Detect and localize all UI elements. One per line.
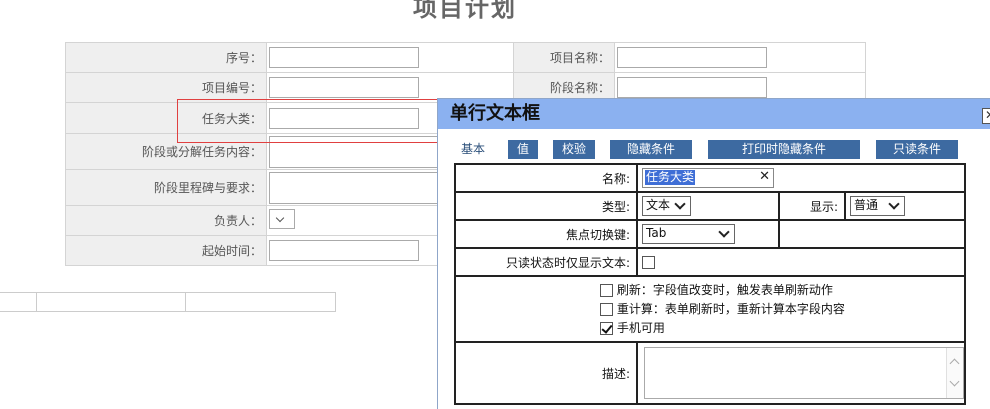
start-time-input[interactable] [269, 240, 419, 261]
form-label-project-name: 项目名称： [513, 42, 615, 73]
form-label-project-no: 项目编号： [65, 72, 267, 103]
serial-input[interactable] [269, 47, 419, 68]
name-value: 任务大类 [645, 170, 696, 185]
description-textarea[interactable] [644, 347, 964, 399]
description-label: 描述: [454, 341, 638, 405]
project-no-input[interactable] [269, 77, 419, 98]
focus-key-select[interactable]: Tab [642, 224, 735, 244]
focus-key-value: Tab [646, 226, 667, 240]
display-value: 普通 [854, 198, 879, 212]
grid-cell [185, 292, 336, 312]
display-label: 显示: [778, 191, 846, 221]
chevron-down-icon [674, 198, 686, 210]
refresh-option: 刷新：字段值改变时，触发表单刷新动作 [600, 281, 964, 300]
scrollbar[interactable] [946, 348, 963, 398]
stage-name-input[interactable] [617, 77, 767, 98]
scroll-down-icon[interactable] [949, 376, 960, 387]
close-icon[interactable]: ✕ [982, 108, 990, 124]
tab-validation[interactable]: 校验 [553, 140, 595, 159]
focus-key-label: 焦点切换键: [454, 219, 638, 249]
tab-readonly-condition[interactable]: 只读条件 [876, 140, 958, 159]
tab-hide-condition[interactable]: 隐藏条件 [610, 140, 692, 159]
grid-cell [36, 292, 186, 312]
dialog-title-bar: 单行文本框 ✕ [438, 99, 990, 129]
form-label-milestone: 阶段里程碑与要求： [65, 169, 267, 206]
owner-select[interactable] [269, 209, 295, 229]
dialog-title: 单行文本框 [450, 103, 540, 124]
grid-cell [0, 292, 36, 312]
readonly-text-label: 只读状态时仅显示文本: [454, 247, 638, 277]
mobile-label: 手机可用 [616, 320, 665, 335]
readonly-text-checkbox[interactable] [642, 256, 655, 269]
form-label-start-time: 起始时间： [65, 235, 267, 266]
type-value: 文本 [646, 198, 671, 212]
form-label-owner: 负责人： [65, 205, 267, 236]
project-name-input[interactable] [617, 47, 767, 68]
tab-print-hide-condition[interactable]: 打印时隐藏条件 [708, 140, 860, 159]
name-input[interactable]: 任务大类 ✕ [642, 168, 774, 188]
form-label-serial: 序号： [65, 42, 267, 73]
recalc-label: 重计算：表单刷新时，重新计算本字段内容 [616, 301, 845, 316]
recalc-checkbox[interactable] [600, 302, 613, 316]
recalc-option: 重计算：表单刷新时，重新计算本字段内容 [600, 300, 964, 319]
refresh-label: 刷新：字段值改变时，触发表单刷新动作 [616, 282, 833, 297]
chevron-down-icon [888, 198, 900, 210]
mobile-checkbox[interactable] [600, 321, 613, 335]
type-label: 类型: [454, 191, 638, 221]
tab-basic[interactable]: 基本 [454, 140, 492, 159]
refresh-checkbox[interactable] [600, 283, 613, 297]
clear-icon[interactable]: ✕ [759, 169, 770, 184]
page-title: 项目计划 [413, 0, 517, 22]
mobile-option: 手机可用 [600, 319, 964, 338]
tab-value[interactable]: 值 [508, 140, 538, 159]
display-select[interactable]: 普通 [850, 196, 905, 216]
scroll-up-icon[interactable] [949, 358, 960, 369]
name-label: 名称: [454, 163, 638, 193]
basic-settings-table: 名称: 任务大类 ✕ 类型: 文本 显示: 普通 焦点切换键: Tab 只读状态… [454, 163, 966, 405]
chevron-down-icon [718, 226, 730, 238]
text-field-dialog: 单行文本框 ✕ 基本 值 校验 隐藏条件 打印时隐藏条件 只读条件 名称: 任务… [437, 98, 990, 409]
type-select[interactable]: 文本 [642, 196, 691, 216]
